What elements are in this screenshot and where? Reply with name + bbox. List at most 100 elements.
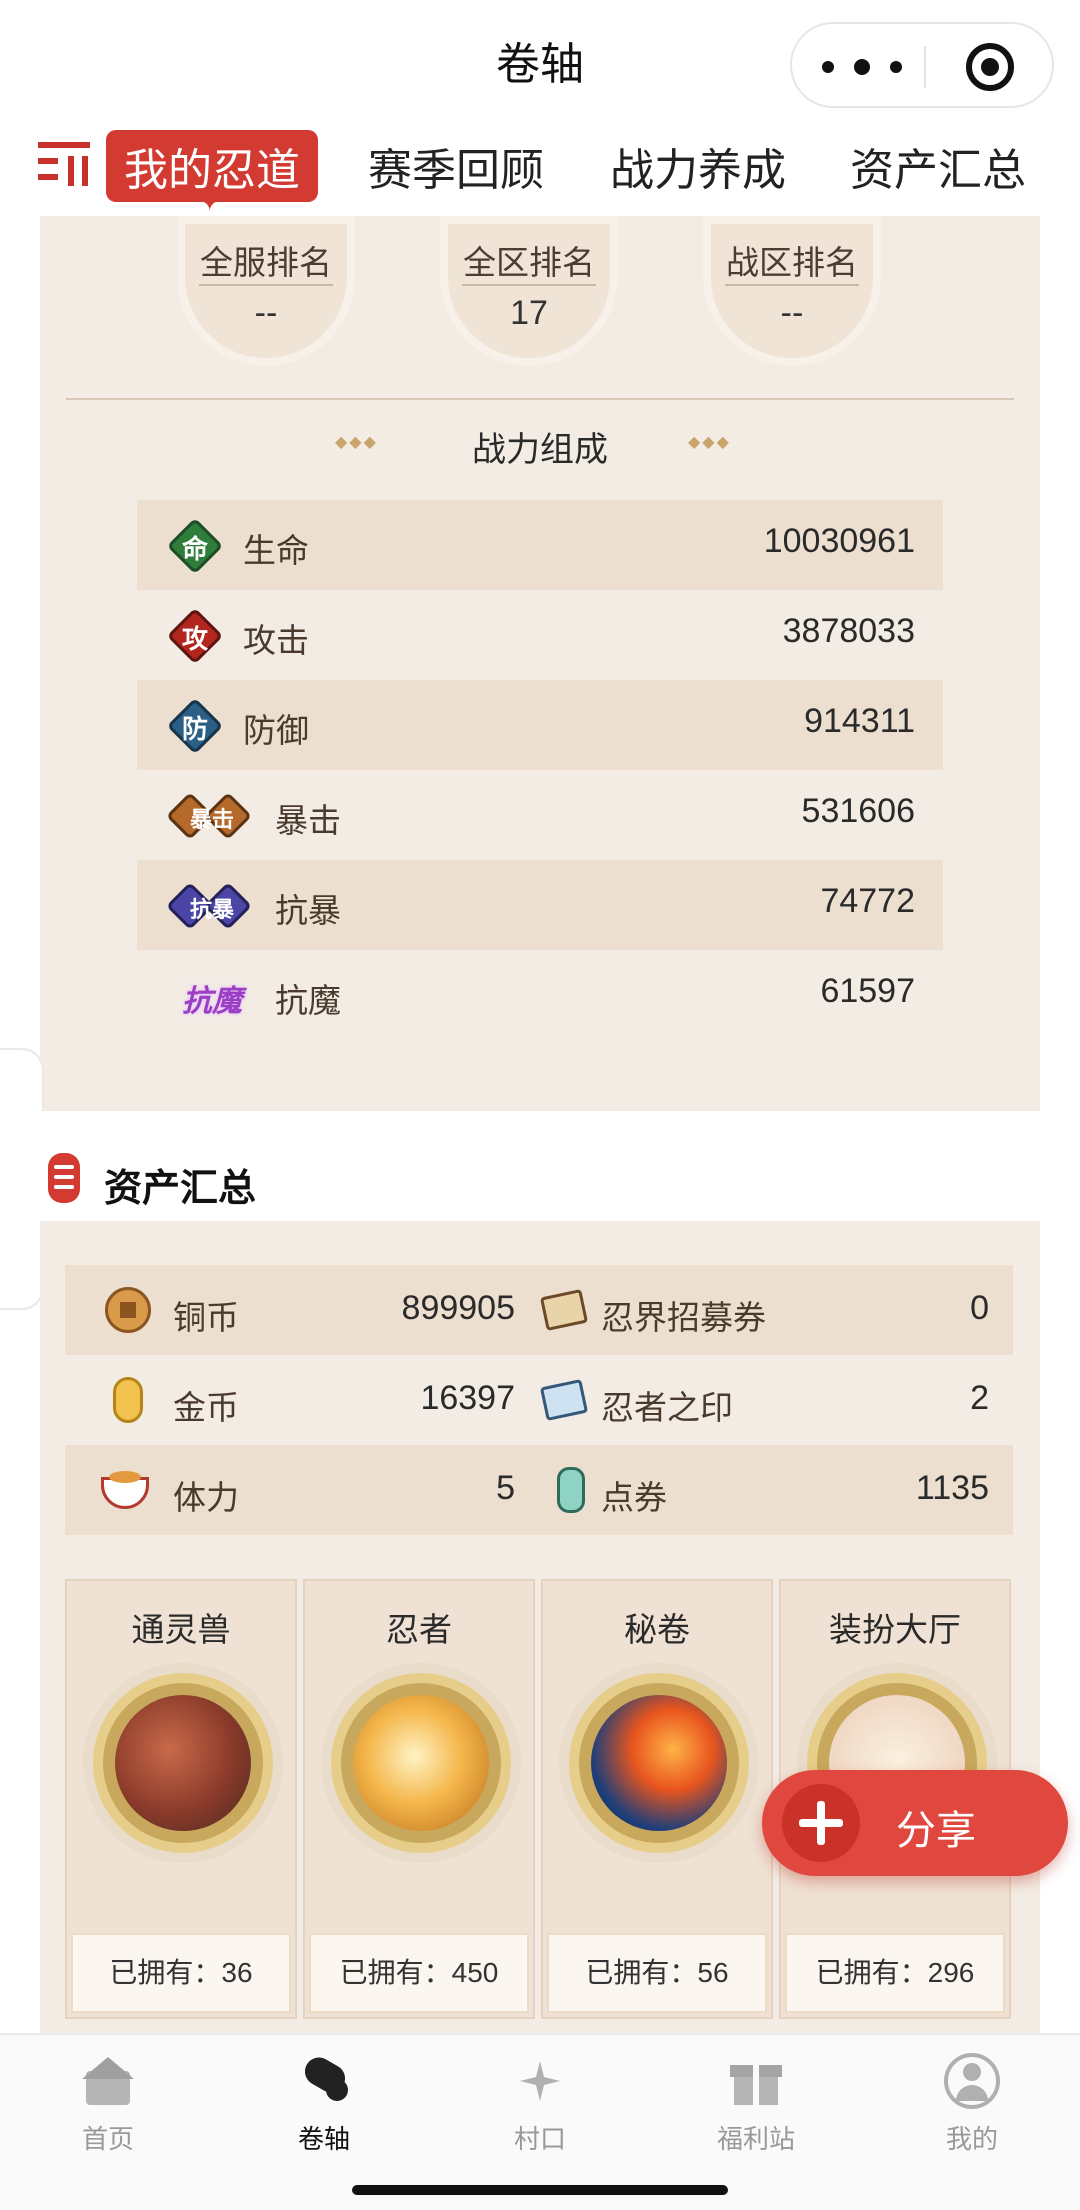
plus-icon — [782, 1784, 860, 1862]
nav-village[interactable]: 村口 — [460, 2053, 620, 2163]
defense-icon: 防 — [166, 697, 224, 755]
asset-item-copper: 铜币 899905 — [65, 1265, 539, 1355]
owned-count: 已拥有：36 — [71, 1933, 291, 2013]
nav-label: 村口 — [513, 2124, 566, 2154]
asset-name: 忍者之印 — [601, 1389, 733, 1426]
owned-count: 已拥有：296 — [785, 1933, 1005, 2013]
rank-label: 全区排名 — [463, 244, 595, 281]
asset-name: 金币 — [173, 1389, 239, 1426]
combat-title: 战力组成 — [472, 431, 608, 469]
combat-panel: 全服排名 -- 全区排名 17 战区排名 -- ◆◆◆ 战力组成 ◆◆◆ 命 生… — [40, 216, 1040, 1111]
nav-scroll[interactable]: 卷轴 — [244, 2052, 404, 2163]
asset-value: 1135 — [915, 1469, 989, 1507]
nav-home[interactable]: 首页 — [28, 2053, 188, 2163]
stat-label: 生命 — [243, 532, 309, 569]
shuriken-icon: ✦ — [198, 186, 222, 217]
stat-row-defense: 防 防御 914311 — [137, 680, 943, 770]
stat-label: 攻击 — [243, 622, 309, 659]
stat-value: 74772 — [820, 882, 915, 920]
stat-row-attack: 攻 攻击 3878033 — [137, 590, 943, 680]
miniprogram-capsule — [790, 22, 1054, 108]
asset-item-gold: 金币 16397 — [65, 1355, 539, 1445]
crit-resist-icon: 抗暴 — [165, 878, 257, 934]
asset-name: 体力 — [173, 1479, 239, 1516]
tab-my-ninja-way[interactable]: 我的忍道 ✦ — [106, 130, 318, 217]
owned-count: 已拥有：450 — [309, 1933, 529, 2013]
nav-label: 福利站 — [716, 2124, 795, 2154]
asset-value: 899905 — [401, 1289, 515, 1327]
card-ninja[interactable]: 忍者 已拥有：450 — [303, 1579, 535, 2019]
share-button[interactable]: 分享 — [762, 1770, 1068, 1876]
rank-value: -- — [254, 294, 278, 332]
owned-count: 已拥有：56 — [547, 1933, 767, 2013]
home-indicator — [352, 2185, 728, 2195]
rank-divider — [199, 284, 333, 286]
rank-zone: 全区排名 17 — [440, 216, 618, 366]
nav-mine[interactable]: 我的 — [892, 2053, 1052, 2163]
rank-value: 17 — [510, 294, 548, 332]
diamond-ornament-icon: ◆◆◆ — [688, 434, 731, 451]
card-title: 秘卷 — [624, 1611, 690, 1648]
scroll-icon — [46, 1153, 82, 1203]
stat-value: 914311 — [804, 702, 915, 740]
rank-divider — [725, 284, 859, 286]
nav-welfare[interactable]: 福利站 — [676, 2053, 836, 2163]
ramen-icon — [101, 1467, 149, 1513]
stat-row-crit-resist: 抗暴 抗暴 74772 — [137, 860, 943, 950]
rank-server: 全服排名 -- — [177, 216, 355, 366]
tab-assets-summary[interactable]: 资产汇总 — [850, 134, 1026, 198]
gift-icon — [728, 2053, 784, 2109]
stat-value: 531606 — [801, 792, 915, 830]
card-summon-beast[interactable]: 通灵兽 已拥有：36 — [65, 1579, 297, 2019]
nav-label: 首页 — [81, 2124, 134, 2154]
card-title: 装扮大厅 — [829, 1611, 961, 1648]
nav-label: 卷轴 — [297, 2124, 350, 2154]
close-target-icon[interactable] — [966, 43, 1014, 91]
tab-season-review[interactable]: 赛季回顾 — [368, 134, 544, 198]
stat-label: 抗暴 — [275, 892, 341, 929]
ninja-portrait — [331, 1673, 511, 1853]
stat-row-hp: 命 生命 10030961 — [137, 500, 943, 590]
recruit-ticket-icon — [539, 1287, 589, 1333]
scroll-nav-icon — [296, 2052, 352, 2109]
stat-value: 10030961 — [763, 522, 915, 560]
asset-name: 忍界招募券 — [601, 1299, 766, 1336]
copper-coin-icon — [105, 1287, 151, 1333]
stat-value: 3878033 — [782, 612, 915, 650]
asset-name: 点券 — [601, 1479, 667, 1516]
stat-label: 暴击 — [275, 802, 341, 839]
stat-value: 61597 — [820, 972, 915, 1010]
asset-value: 5 — [496, 1469, 515, 1507]
asset-row: 铜币 899905 忍界招募券 0 — [65, 1265, 1013, 1355]
magic-resist-icon: 抗魔 — [182, 985, 242, 1018]
asset-item-recruit-ticket: 忍界招募券 0 — [539, 1265, 1013, 1355]
header-bar: 卷轴 — [0, 0, 1080, 120]
pinwheel-icon — [512, 2053, 568, 2109]
asset-value: 0 — [970, 1289, 989, 1327]
ninja-seal-icon — [539, 1377, 589, 1423]
user-icon — [944, 2053, 1000, 2109]
asset-value: 2 — [970, 1379, 989, 1417]
more-icon[interactable] — [822, 52, 902, 82]
asset-name: 铜币 — [173, 1299, 239, 1336]
asset-row: 体力 5 点券 1135 — [65, 1445, 1013, 1535]
rank-warzone: 战区排名 -- — [703, 216, 881, 366]
card-title: 忍者 — [386, 1611, 452, 1648]
stat-label: 防御 — [243, 712, 309, 749]
summon-beast-portrait — [93, 1673, 273, 1853]
nav-label: 我的 — [945, 2124, 998, 2154]
tab-power-growth[interactable]: 战力养成 — [610, 134, 786, 198]
secret-scroll-portrait — [569, 1673, 749, 1853]
card-secret-scroll[interactable]: 秘卷 已拥有：56 — [541, 1579, 773, 2019]
asset-item-voucher: 点券 1135 — [539, 1445, 1013, 1535]
asset-value: 16397 — [420, 1379, 515, 1417]
voucher-icon — [549, 1467, 595, 1513]
stat-row-magic-resist: 抗魔 抗魔 61597 — [137, 950, 943, 1040]
bottom-navigation: 首页 卷轴 村口 福利站 我的 — [0, 2033, 1080, 2210]
asset-item-ninja-seal: 忍者之印 2 — [539, 1355, 1013, 1445]
rank-label: 战区排名 — [726, 244, 858, 281]
stat-row-crit: 暴击 暴击 531606 — [137, 770, 943, 860]
capsule-divider — [924, 46, 926, 88]
assets-title: 资产汇总 — [104, 1168, 257, 1210]
menu-icon[interactable] — [38, 138, 90, 186]
